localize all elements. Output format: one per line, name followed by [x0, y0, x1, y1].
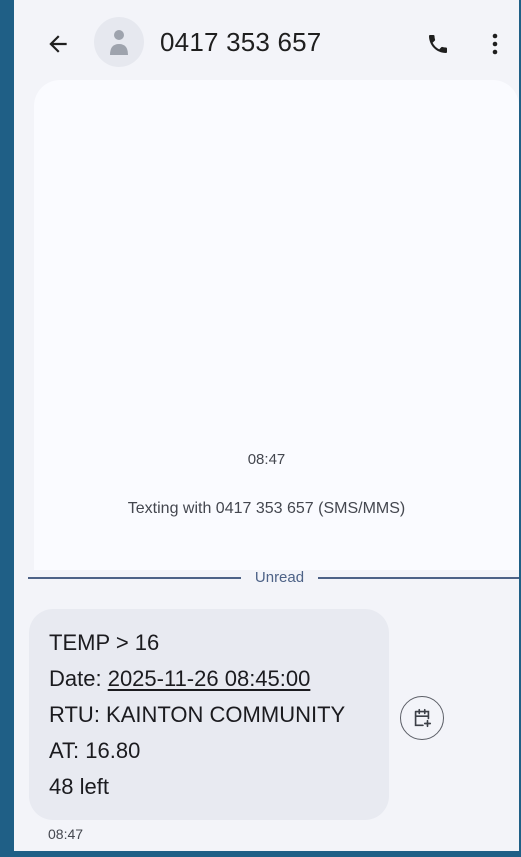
texting-info: Texting with 0417 353 657 (SMS/MMS): [127, 500, 406, 517]
date-prefix: Date:: [49, 666, 108, 691]
message-bubble[interactable]: TEMP > 16 Date: 2025-11-26 08:45:00 RTU:…: [29, 609, 389, 820]
divider-line: [28, 577, 241, 579]
divider-line: [318, 577, 519, 579]
unread-divider: Unread: [28, 568, 519, 588]
phone-icon: [429, 35, 447, 53]
conversation-start-time: 08:47: [247, 451, 286, 468]
conversation-panel: [34, 80, 519, 570]
avatar[interactable]: [94, 17, 144, 67]
conversation-screen: 0417 353 657 08:47 Texting with 0417 353…: [14, 0, 519, 851]
message-date-line: Date: 2025-11-26 08:45:00: [49, 661, 369, 697]
message-timestamp: 08:47: [48, 826, 84, 842]
message-date-link[interactable]: 2025-11-26 08:45:00: [108, 666, 311, 691]
more-options-button[interactable]: [480, 24, 510, 64]
person-icon: [110, 30, 128, 55]
add-to-calendar-button[interactable]: [400, 696, 444, 740]
call-button[interactable]: [418, 24, 458, 64]
back-button[interactable]: [38, 24, 78, 64]
top-app-bar: 0417 353 657: [14, 0, 519, 82]
message-line: 48 left: [49, 774, 109, 799]
more-vert-icon: [492, 33, 498, 55]
message-line: RTU: KAINTON COMMUNITY: [49, 702, 346, 727]
unread-label: Unread: [254, 569, 305, 586]
calendar-add-icon: [414, 708, 432, 728]
message-line: TEMP > 16: [49, 630, 160, 655]
contact-title: 0417 353 657: [160, 27, 322, 57]
arrow-back-icon: [49, 35, 67, 53]
message-line: AT: 16.80: [49, 738, 141, 763]
